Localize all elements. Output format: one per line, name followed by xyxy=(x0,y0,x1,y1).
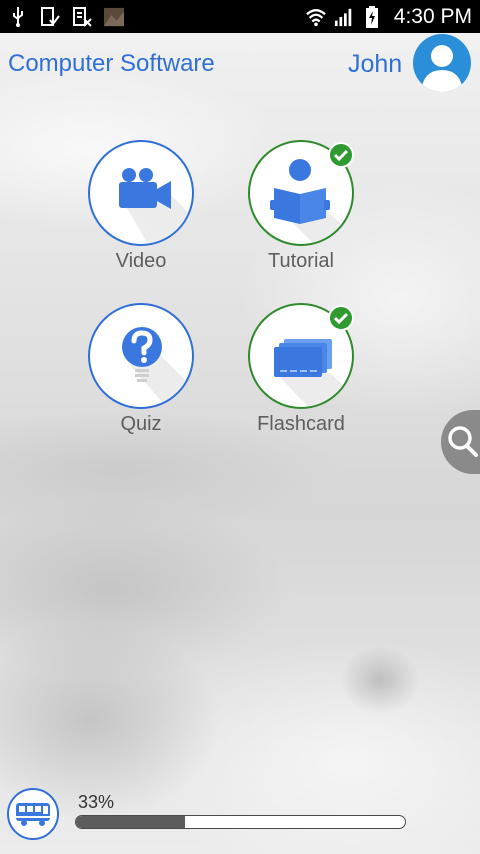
status-bar: 4:30 PM xyxy=(0,0,480,33)
tutorial-tile[interactable]: Tutorial xyxy=(236,140,366,280)
flashcard-label: Flashcard xyxy=(257,413,345,435)
video-button[interactable] xyxy=(88,140,194,246)
battery-charging-icon xyxy=(362,5,382,28)
progress-bar xyxy=(75,815,406,829)
progress-percent: 33% xyxy=(78,792,115,812)
signal-icon xyxy=(334,7,354,27)
page-title: Computer Software xyxy=(8,50,215,77)
quiz-button[interactable] xyxy=(88,303,194,409)
wifi-icon xyxy=(305,7,326,27)
quiz-tile[interactable]: Quiz xyxy=(76,303,206,443)
sim-blocked-icon xyxy=(72,6,92,27)
completed-check-icon xyxy=(328,142,354,168)
bus-button[interactable] xyxy=(7,788,59,840)
quiz-label: Quiz xyxy=(120,413,162,435)
user-name[interactable]: John xyxy=(348,50,402,79)
completed-check-icon xyxy=(328,305,354,331)
download-check-icon xyxy=(40,6,60,27)
app-header: Computer Software John xyxy=(0,33,480,95)
person-icon xyxy=(421,45,463,92)
video-camera-icon xyxy=(119,168,192,244)
photo-thumbnail-icon xyxy=(104,7,124,27)
usb-icon xyxy=(8,6,28,27)
search-icon xyxy=(448,426,478,457)
progress-fill xyxy=(76,816,185,828)
question-bulb-icon xyxy=(122,327,192,407)
flashcard-tile[interactable]: Flashcard xyxy=(236,303,366,443)
video-tile[interactable]: Video xyxy=(76,140,206,280)
clock: 4:30 PM xyxy=(393,4,472,28)
avatar[interactable] xyxy=(413,34,471,92)
video-label: Video xyxy=(115,250,167,272)
tutorial-label: Tutorial xyxy=(268,250,334,272)
search-button[interactable] xyxy=(441,410,480,474)
bus-icon xyxy=(16,803,50,826)
